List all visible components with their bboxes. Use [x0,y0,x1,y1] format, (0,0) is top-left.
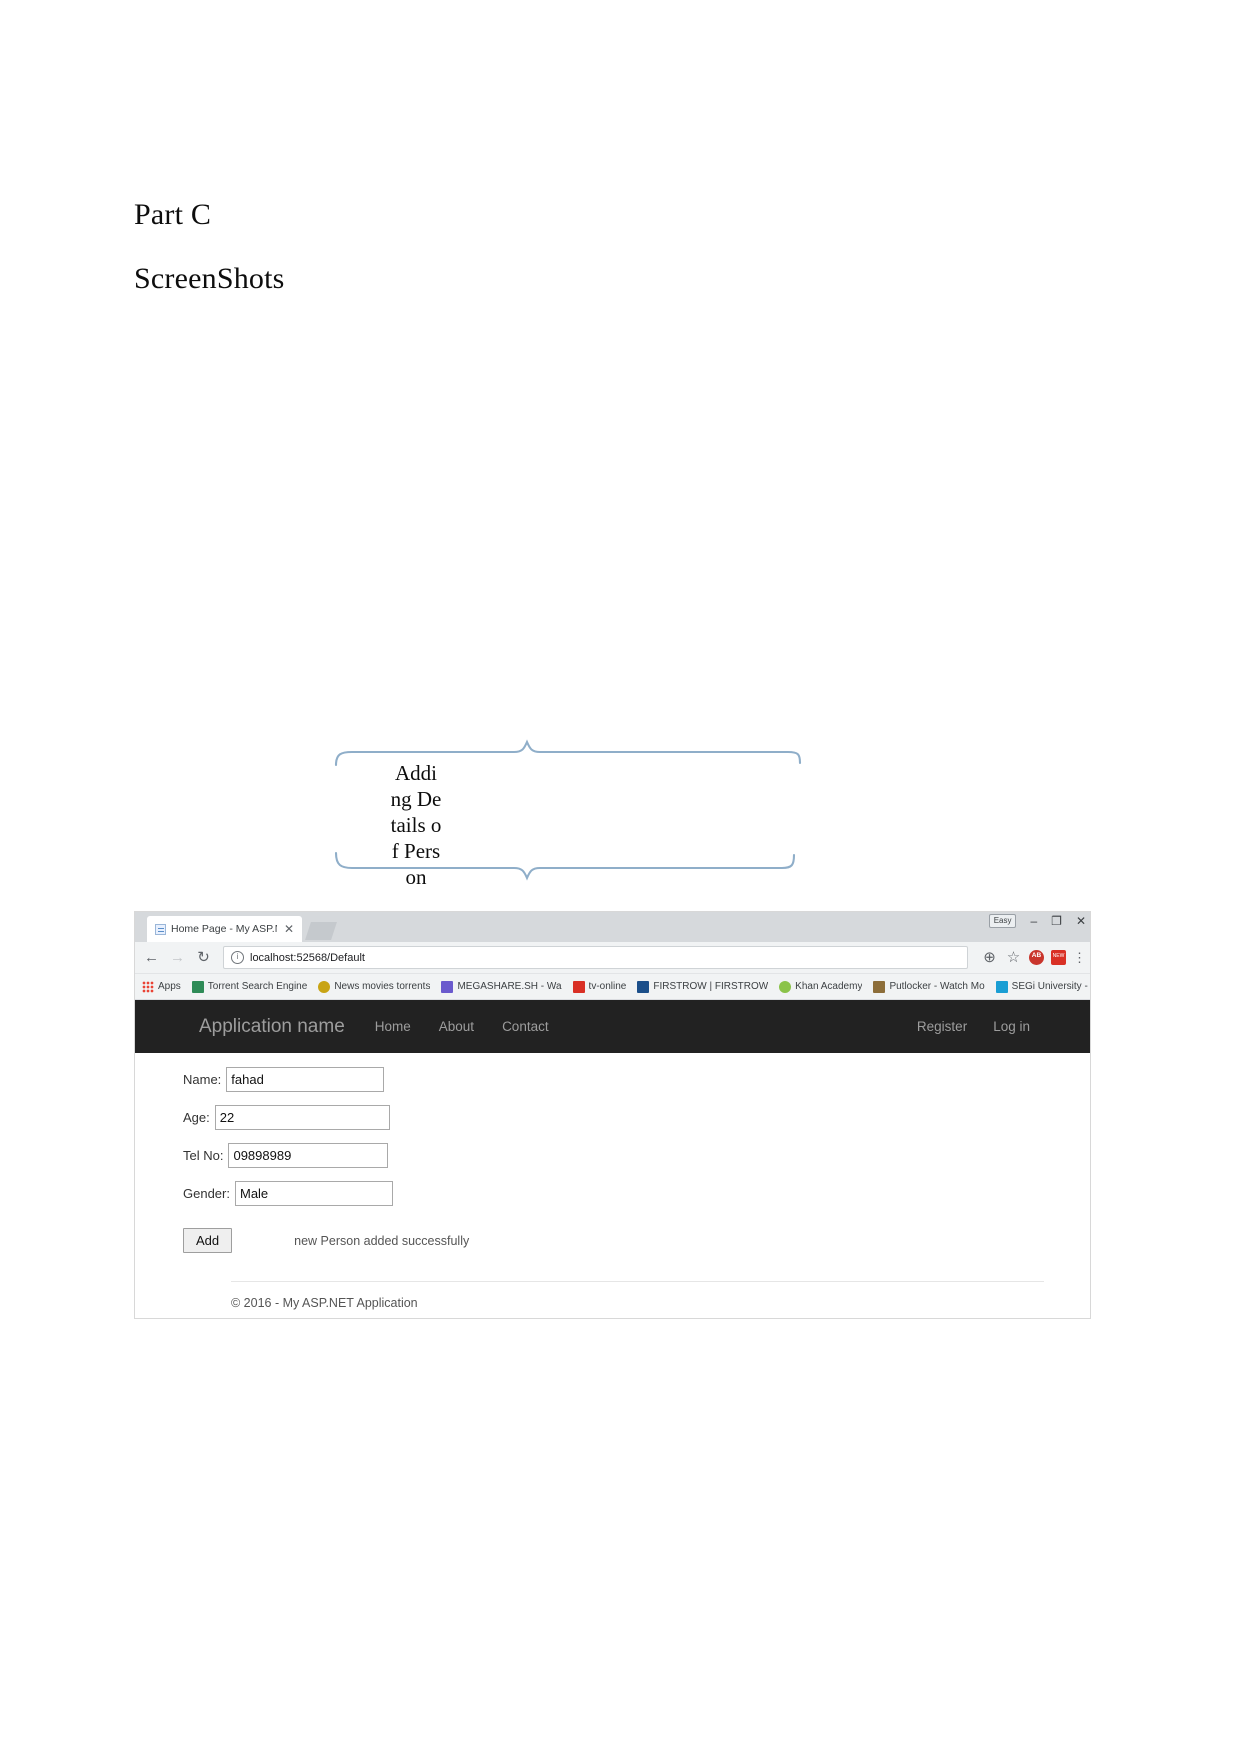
footer-copyright: © 2016 - My ASP.NET Application [231,1296,418,1310]
site-navbar: Application name Home About Contact Regi… [135,1000,1090,1053]
news-torrents-icon [318,980,331,993]
minimize-icon[interactable]: – [1030,915,1037,927]
nav-link-home[interactable]: Home [375,1019,411,1034]
bookmark-label: Apps [158,981,181,992]
tab-close-icon[interactable]: ✕ [284,923,294,935]
khan-academy-icon [779,980,792,993]
back-icon[interactable]: ← [143,950,160,965]
status-message: new Person added successfully [294,1233,470,1248]
page-content: Name: Age: Tel No: Gender: Add new Perso… [135,1053,1090,1310]
segi-university-icon [995,980,1008,993]
new-tab-button[interactable] [305,922,337,940]
bookmark-megashare[interactable]: MEGASHARE.SH - Wa [441,980,562,993]
form-row-tel: Tel No: [183,1143,1090,1168]
putlocker-icon [873,980,886,993]
maximize-icon[interactable]: ❐ [1051,915,1062,927]
account-nav: Register Log in [917,1019,1090,1034]
primary-nav: Home About Contact [375,1019,549,1034]
chrome-menu-icon[interactable]: ⋮ [1073,951,1086,964]
form-row-gender: Gender: [183,1181,1090,1206]
nav-link-register[interactable]: Register [917,1019,967,1034]
megashare-icon [441,980,454,993]
bookmark-putlocker[interactable]: Putlocker - Watch Mo [873,980,985,993]
nav-link-contact[interactable]: Contact [502,1019,549,1034]
bookmark-label: News movies torrents [334,981,431,992]
form-actions: Add new Person added successfully [183,1228,1090,1253]
bookmark-label: MEGASHARE.SH - Wa [457,981,562,992]
bookmark-label: Khan Academy [795,981,863,992]
bookmark-firstrow[interactable]: FIRSTROW | FIRSTROW [637,980,769,993]
age-label: Age: [183,1110,210,1125]
annotation-label: Adding Details of Person [390,761,442,889]
name-input[interactable] [226,1067,385,1092]
tv-online-icon [572,980,585,993]
bookmark-torrent-search-engine[interactable]: Torrent Search Engine [191,980,308,993]
nav-link-login[interactable]: Log in [993,1019,1030,1034]
browser-tab-title: Home Page - My ASP.NE [171,923,277,935]
torrent-search-icon [191,980,204,993]
bookmark-apps[interactable]: Apps [142,980,181,993]
extension-icon[interactable] [1051,950,1066,965]
easy-badge: Easy [988,914,1017,928]
window-controls: Easy – ❐ ✕ [988,914,1086,928]
forward-icon[interactable]: → [169,950,186,965]
form-row-name: Name: [183,1067,1090,1092]
browser-tab-strip: Home Page - My ASP.NE ✕ Easy – ❐ ✕ [135,912,1090,942]
bookmark-segi-university[interactable]: SEGi University - Awa [995,980,1090,993]
tel-input[interactable] [228,1143,389,1168]
address-bar[interactable]: i localhost:52568/Default [223,946,968,969]
bookmark-label: Putlocker - Watch Mo [889,981,985,992]
tel-label: Tel No: [183,1148,224,1163]
site-brand[interactable]: Application name [199,1016,345,1038]
bookmark-tv-online[interactable]: tv-online [572,980,627,993]
gender-label: Gender: [183,1186,230,1201]
aspnet-page-favicon-icon [155,923,166,935]
bookmark-khan-academy[interactable]: Khan Academy [779,980,863,993]
browser-window: Home Page - My ASP.NE ✕ Easy – ❐ ✕ ← → ↻… [135,912,1090,1318]
page-title: Part C [134,198,212,231]
bookmark-star-icon[interactable]: ☆ [1005,950,1022,965]
browser-tab[interactable]: Home Page - My ASP.NE ✕ [147,916,303,942]
section-heading-screenshots: ScreenShots [134,262,285,295]
toolbar-right-actions: ⊕ ☆ ⋮ [977,950,1086,965]
bookmark-label: FIRSTROW | FIRSTROW [653,981,769,992]
close-window-icon[interactable]: ✕ [1076,915,1086,927]
browser-toolbar: ← → ↻ i localhost:52568/Default ⊕ ☆ ⋮ [135,942,1090,974]
address-bar-url: localhost:52568/Default [250,951,365,964]
bookmark-label: SEGi University - Awa [1011,981,1090,992]
bookmarks-bar: Apps Torrent Search Engine News movies t… [135,974,1090,1000]
adblock-extension-icon[interactable] [1029,950,1044,965]
age-input[interactable] [214,1105,390,1130]
nav-link-about[interactable]: About [439,1019,474,1034]
name-label: Name: [183,1072,222,1087]
add-button[interactable]: Add [183,1228,233,1253]
bookmark-news-movies-torrents[interactable]: News movies torrents [318,980,431,993]
firstrow-icon [637,980,650,993]
document-page: Part C ScreenShots Adding Details of Per… [0,0,1241,1754]
reload-icon[interactable]: ↻ [195,950,212,965]
gender-input[interactable] [234,1181,393,1206]
bookmark-label: tv-online [588,981,627,992]
bookmark-label: Torrent Search Engine [207,981,308,992]
site-info-icon[interactable]: i [231,951,244,964]
apps-grid-icon [142,980,154,993]
form-row-age: Age: [183,1105,1090,1130]
zoom-icon[interactable]: ⊕ [981,950,998,965]
